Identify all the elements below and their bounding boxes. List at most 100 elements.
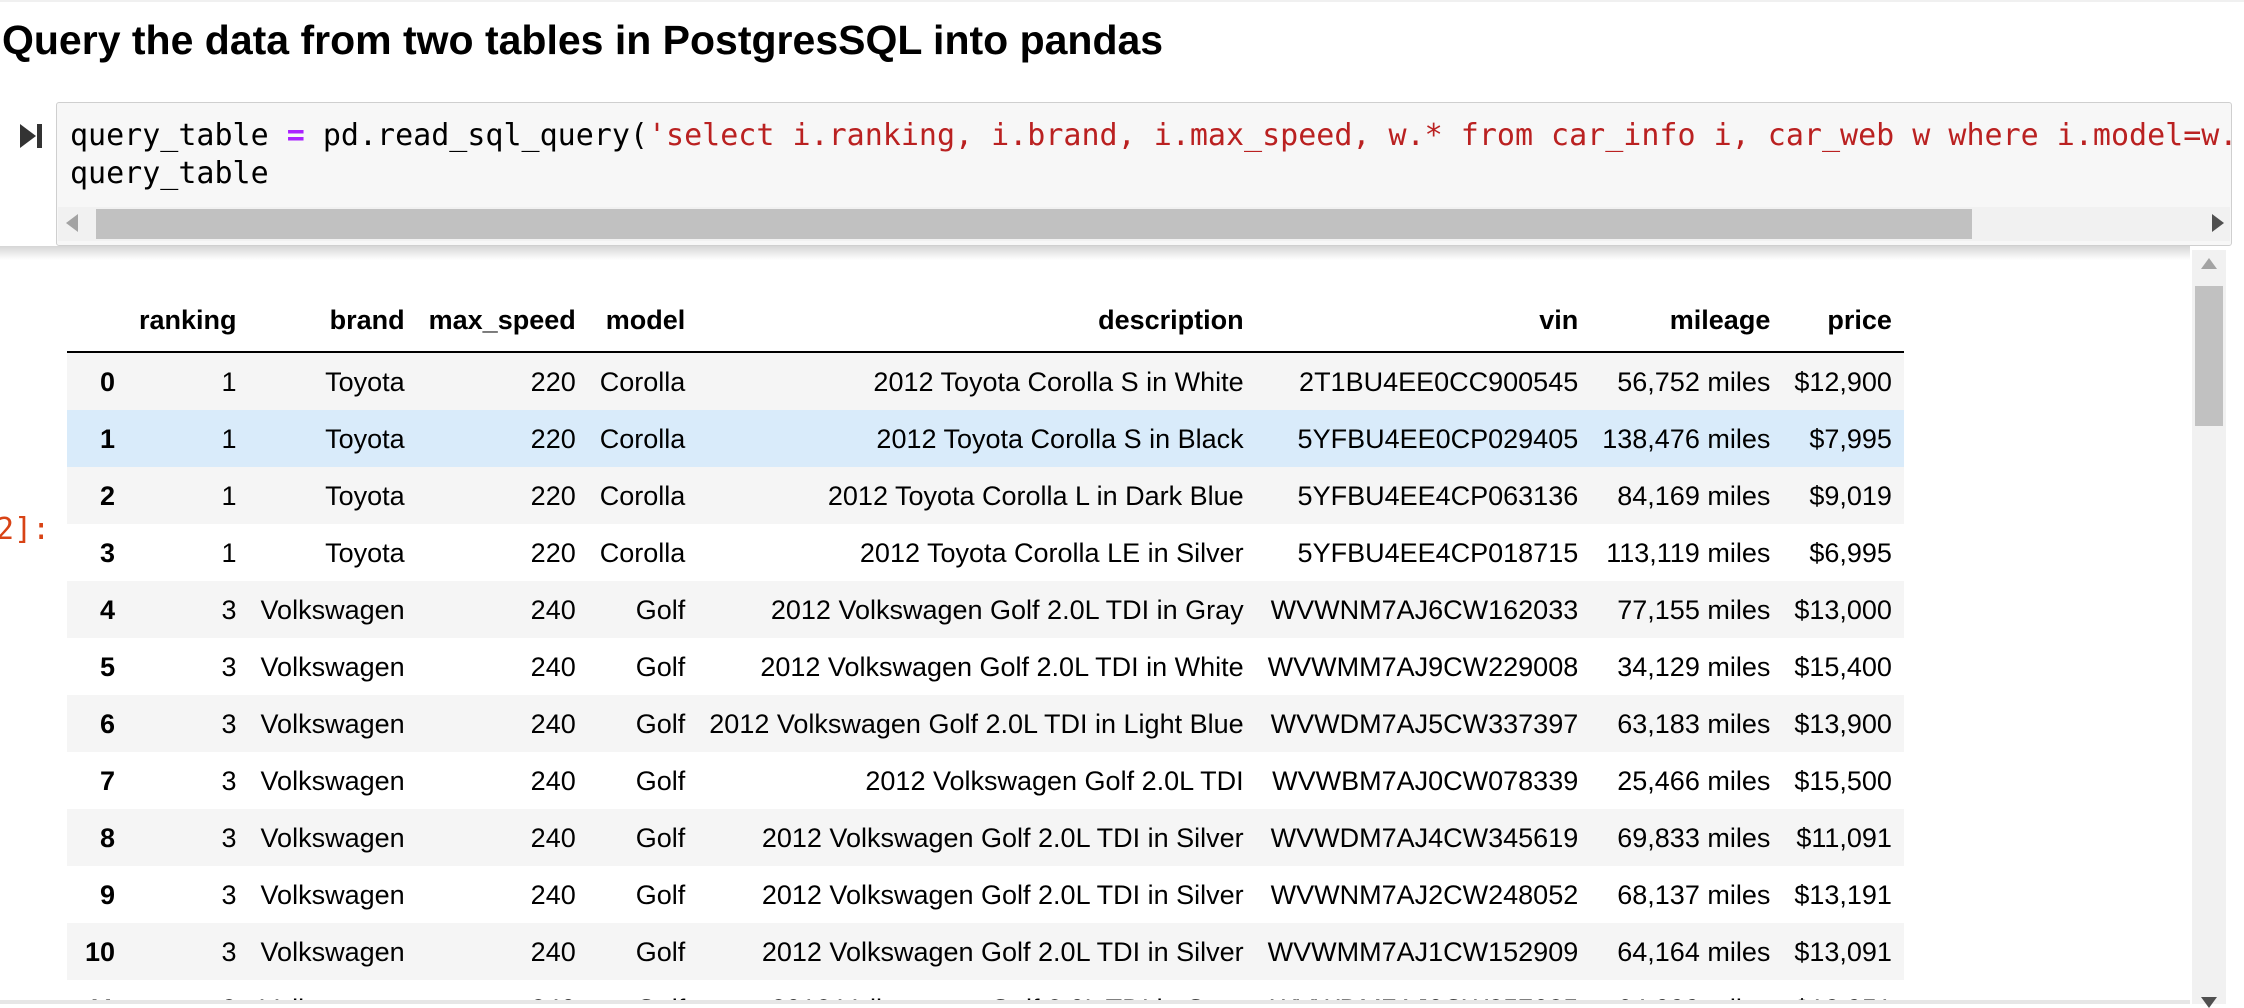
cell-ranking: 1 (221, 423, 237, 454)
code-line-2: query_table (70, 156, 269, 191)
table-row: 9 3 Volkswagen 240 Golf 2012 Volkswagen Golf … (67, 866, 1904, 923)
code-editor[interactable]: query_table = pd.read_sql_query('select … (70, 117, 2232, 193)
cell-price: $15,500 (1794, 765, 1892, 796)
bottom-border (0, 1000, 2190, 1004)
cell-ranking: 3 (221, 936, 237, 967)
cell-index: 3 (99, 537, 115, 568)
table-row: 10 3 Volkswagen 240 Golf 2012 Volkswagen Golf… (67, 923, 1904, 980)
cell-brand: Volkswagen (260, 936, 405, 967)
cell-max-speed: 220 (530, 366, 576, 397)
cell-vin: 5YFBU4EE4CP063136 (1297, 480, 1579, 511)
cell-vin: WVWDM7AJ5CW337397 (1270, 708, 1579, 739)
page-title: Query the data from two tables in Postgr… (2, 17, 1164, 63)
cell-model: Golf (635, 822, 686, 853)
cell-mileage: 56,752 miles (1617, 366, 1771, 397)
cell-max-speed: 220 (530, 537, 576, 568)
code-sql-string: 'select i.ranking, i.brand, i.max_speed,… (647, 118, 2232, 153)
cell-brand: Volkswagen (260, 879, 405, 910)
cell-brand: Toyota (325, 366, 405, 397)
cell-price: $13,000 (1794, 594, 1892, 625)
column-header-mileage: mileage (1590, 288, 1783, 353)
column-header-model: model (587, 288, 698, 353)
vertical-scrollbar-thumb[interactable] (2195, 286, 2223, 426)
horizontal-scrollbar[interactable] (58, 207, 2230, 241)
cell-model: Corolla (599, 423, 686, 454)
vertical-scrollbar[interactable] (2192, 250, 2226, 1008)
cell-ranking: 3 (221, 822, 237, 853)
cell-index: 1 (99, 423, 115, 454)
column-header-max-speed: max_speed (416, 288, 588, 353)
cell-index: 7 (99, 765, 115, 796)
cell-index: 6 (99, 708, 115, 739)
cell-description: 2012 Volkswagen Golf 2.0L TDI (865, 765, 1244, 796)
table-body: 0 1 Toyota 220 Corolla 2012 Toyota Corolla S … (67, 352, 1904, 1004)
table-header-row: ranking brand max_speed model descriptio… (67, 288, 1904, 353)
column-header-index (67, 288, 127, 353)
cell-model: Golf (635, 708, 686, 739)
scroll-right-icon[interactable] (2212, 214, 2224, 232)
column-header-ranking: ranking (127, 288, 249, 353)
cell-ranking: 3 (221, 594, 237, 625)
cell-index: 2 (99, 480, 115, 511)
cell-price: $13,091 (1794, 936, 1892, 967)
scroll-up-icon[interactable] (2201, 258, 2217, 269)
cell-description: 2012 Volkswagen Golf 2.0L TDI in Light B… (709, 708, 1244, 739)
cell-brand: Volkswagen (260, 708, 405, 739)
table-row: 7 3 Volkswagen 240 Golf 2012 Volkswagen Golf … (67, 752, 1904, 809)
cell-index: 5 (99, 651, 115, 682)
cell-max-speed: 220 (530, 423, 576, 454)
cell-brand: Volkswagen (260, 651, 405, 682)
cell-model: Golf (635, 765, 686, 796)
code-cell-input[interactable]: query_table = pd.read_sql_query('select … (56, 102, 2232, 246)
cell-vin: WVWMM7AJ1CW152909 (1267, 936, 1579, 967)
cell-ranking: 1 (221, 480, 237, 511)
cell-mileage: 25,466 miles (1617, 765, 1771, 796)
cell-vin: 5YFBU4EE4CP018715 (1297, 537, 1579, 568)
cell-description: 2012 Toyota Corolla LE in Silver (859, 537, 1244, 568)
cell-mileage: 68,137 miles (1617, 879, 1771, 910)
cell-brand: Volkswagen (260, 822, 405, 853)
cell-mileage: 84,169 miles (1617, 480, 1771, 511)
cell-mileage: 138,476 miles (1602, 423, 1771, 454)
code-variable: query_table (70, 118, 269, 153)
code-operator: = (286, 118, 305, 153)
cell-description: 2012 Toyota Corolla L in Dark Blue (827, 480, 1244, 511)
cell-ranking: 3 (221, 708, 237, 739)
cell-price: $11,091 (1796, 822, 1892, 853)
horizontal-scrollbar-thumb[interactable] (96, 209, 1972, 239)
cell-model: Golf (635, 936, 686, 967)
scroll-down-icon[interactable] (2201, 997, 2217, 1008)
cell-brand: Volkswagen (260, 594, 405, 625)
cell-description: 2012 Toyota Corolla S in White (873, 366, 1244, 397)
table-row: 1 1 Toyota 220 Corolla 2012 Toyota Corolla S … (67, 410, 1904, 467)
cell-max-speed: 240 (530, 765, 576, 796)
cell-model: Golf (635, 651, 686, 682)
table-row: 3 1 Toyota 220 Corolla 2012 Toyota Corolla LE… (67, 524, 1904, 581)
cell-vin: 5YFBU4EE0CP029405 (1297, 423, 1579, 454)
cell-max-speed: 220 (530, 480, 576, 511)
cell-max-speed: 240 (530, 822, 576, 853)
cell-model: Corolla (599, 480, 686, 511)
output-area: ranking brand max_speed model descriptio… (0, 250, 2244, 1004)
column-header-description: description (697, 288, 1256, 353)
cell-ranking: 3 (221, 651, 237, 682)
cell-price: $15,400 (1794, 651, 1892, 682)
cell-index: 0 (99, 366, 115, 397)
cell-vin: WVWDM7AJ4CW345619 (1270, 822, 1579, 853)
table-row: 5 3 Volkswagen 240 Golf 2012 Volkswagen Golf … (67, 638, 1904, 695)
scroll-left-icon[interactable] (66, 214, 78, 232)
cell-max-speed: 240 (530, 708, 576, 739)
cell-ranking: 1 (221, 537, 237, 568)
cell-price: $12,900 (1794, 366, 1892, 397)
code-function-call: pd.read_sql_query( (322, 118, 648, 153)
cell-price: $9,019 (1809, 480, 1892, 511)
run-cell-icon[interactable] (18, 122, 44, 150)
cell-mileage: 64,164 miles (1617, 936, 1771, 967)
cell-model: Corolla (599, 366, 686, 397)
cell-mileage: 34,129 miles (1617, 651, 1771, 682)
table-row: 2 1 Toyota 220 Corolla 2012 Toyota Corolla L … (67, 467, 1904, 524)
cell-max-speed: 240 (530, 936, 576, 967)
table-row: 4 3 Volkswagen 240 Golf 2012 Volkswagen Golf … (67, 581, 1904, 638)
cell-max-speed: 240 (530, 651, 576, 682)
cell-model: Corolla (599, 537, 686, 568)
